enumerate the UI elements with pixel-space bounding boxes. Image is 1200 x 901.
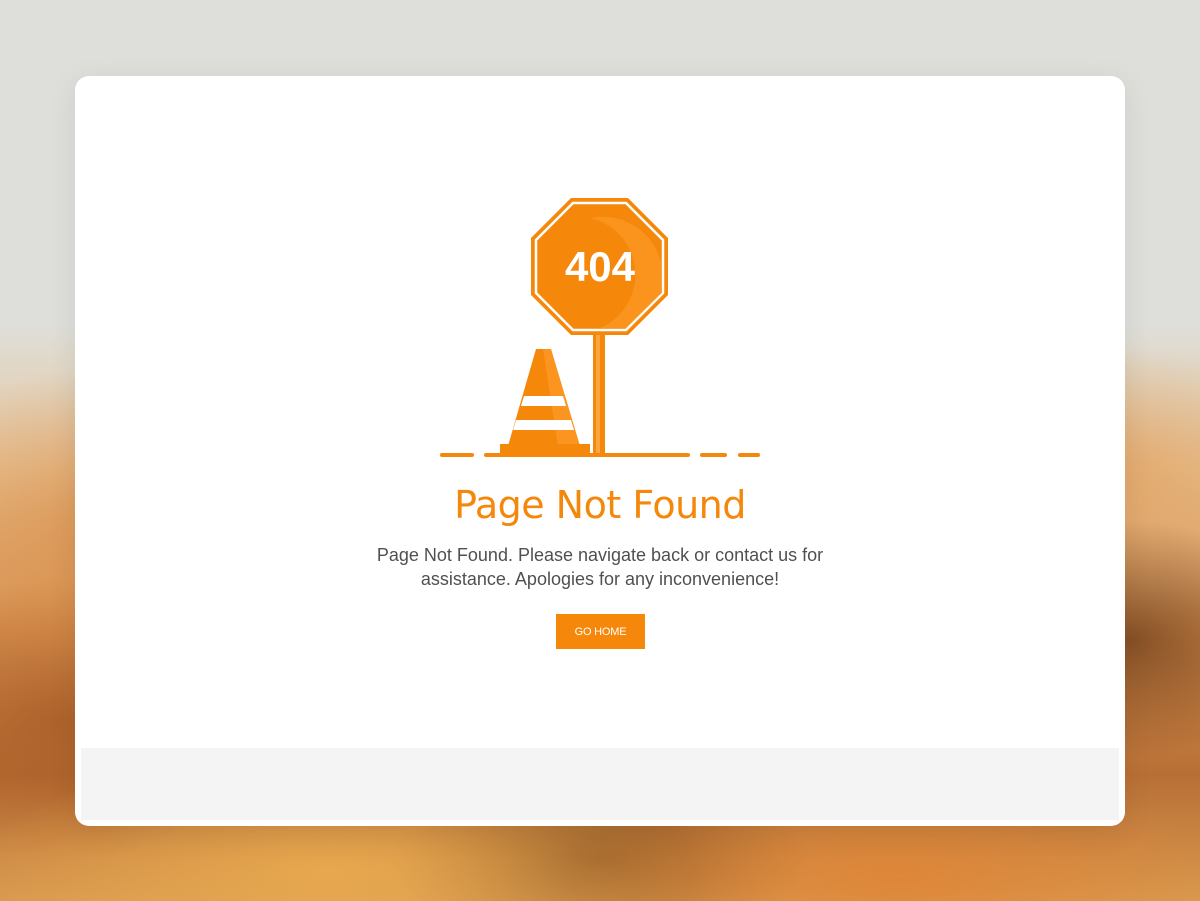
stop-sign-icon: 404 (531, 198, 668, 335)
go-home-button[interactable]: GO HOME (556, 614, 645, 649)
error-message: Page Not Found. Please navigate back or … (376, 545, 824, 589)
footer-area (81, 748, 1119, 820)
page-title: Page Not Found (454, 483, 746, 527)
traffic-cone-icon (500, 349, 590, 454)
sign-404-text: 404 (565, 243, 636, 290)
error-card: 404 Page Not Found Page Not Found. Pleas… (75, 76, 1125, 826)
not-found-illustration: 404 (440, 198, 760, 457)
